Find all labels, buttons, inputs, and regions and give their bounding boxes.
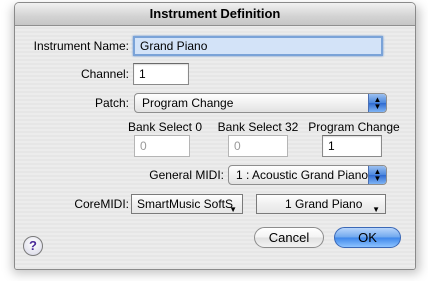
coremidi-instrument-value: 1 Grand Piano — [285, 197, 363, 211]
help-button[interactable]: ? — [23, 236, 43, 256]
down-triangle-icon: ▼ — [372, 205, 380, 214]
channel-label: Channel: — [80, 67, 129, 81]
up-down-arrows-icon: ▲ ▼ — [368, 94, 386, 112]
channel-input[interactable] — [133, 63, 189, 85]
program-change-label: Program Change — [308, 120, 400, 134]
program-change-input[interactable] — [322, 135, 382, 157]
bank-select-0-input[interactable] — [134, 135, 190, 157]
title-bar[interactable]: Instrument Definition — [15, 3, 415, 26]
window-title: Instrument Definition — [149, 6, 281, 21]
bank-select-32-input[interactable] — [228, 135, 288, 157]
bank-select-0-label: Bank Select 0 — [127, 120, 203, 134]
ok-button[interactable]: OK — [334, 227, 401, 248]
bank-select-32-label: Bank Select 32 — [217, 120, 299, 134]
coremidi-device-popup[interactable]: SmartMusic SoftS ▼ — [131, 194, 243, 214]
down-triangle-icon: ▼ — [229, 205, 237, 214]
instrument-name-label: Instrument Name: — [33, 39, 129, 53]
help-icon: ? — [29, 238, 37, 253]
patch-label: Patch: — [94, 96, 129, 110]
up-down-arrows-icon: ▲ ▼ — [368, 166, 386, 184]
coremidi-instrument-popup[interactable]: 1 Grand Piano ▼ — [256, 194, 386, 214]
coremidi-label: CoreMIDI: — [74, 197, 129, 211]
patch-popup-value: Program Change — [142, 96, 234, 110]
dialog-content: Instrument Name: Channel: Patch: Program… — [15, 26, 415, 269]
general-midi-popup[interactable]: 1 : Acoustic Grand Piano ▲ ▼ — [228, 165, 387, 185]
instrument-name-input[interactable] — [133, 36, 383, 56]
coremidi-device-value: SmartMusic SoftS — [137, 197, 234, 211]
cancel-button[interactable]: Cancel — [254, 227, 324, 248]
cancel-button-label: Cancel — [268, 230, 310, 245]
general-midi-popup-value: 1 : Acoustic Grand Piano — [236, 168, 369, 182]
patch-popup[interactable]: Program Change ▲ ▼ — [134, 93, 387, 113]
dialog-window: Instrument Definition Instrument Name: C… — [14, 2, 416, 270]
general-midi-label: General MIDI: — [149, 168, 224, 182]
ok-button-label: OK — [358, 230, 377, 245]
